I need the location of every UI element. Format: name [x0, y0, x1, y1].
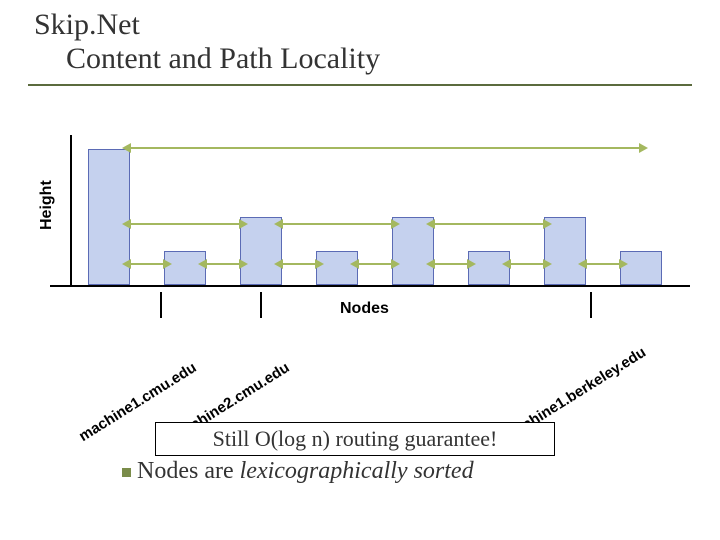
y-axis-label: Height	[38, 180, 56, 230]
callout-box: Still O(log n) routing guarantee!	[155, 422, 555, 456]
link-level1-3	[358, 263, 392, 265]
bullet-lexicographic: Nodes are lexicographically sorted	[122, 458, 474, 485]
link-level1-1	[206, 263, 240, 265]
x-axis-label: Nodes	[340, 300, 389, 318]
link-level2-a	[130, 223, 240, 225]
pointer-2	[590, 292, 592, 318]
link-level1-5	[510, 263, 544, 265]
title-box: Skip.Net Content and Path Locality	[28, 6, 692, 86]
link-level2-b	[282, 223, 392, 225]
link-level1-6	[586, 263, 620, 265]
pointer-0	[160, 292, 162, 318]
bullet-prefix: Nodes are	[137, 458, 240, 484]
pointer-1	[260, 292, 262, 318]
link-level2-c	[434, 223, 544, 225]
link-level1-2	[282, 263, 316, 265]
title-line-2: Content and Path Locality	[28, 42, 692, 76]
skipnet-diagram	[70, 135, 670, 290]
x-axis	[50, 285, 690, 287]
y-axis	[70, 135, 72, 285]
slide: Skip.Net Content and Path Locality Heigh…	[0, 0, 720, 540]
bullet-italic: lexicographically sorted	[240, 458, 474, 484]
link-level1-0	[130, 263, 164, 265]
link-level4	[130, 147, 640, 149]
bullet-icon	[122, 468, 131, 477]
link-level1-4	[434, 263, 468, 265]
title-line-1: Skip.Net	[28, 6, 692, 42]
